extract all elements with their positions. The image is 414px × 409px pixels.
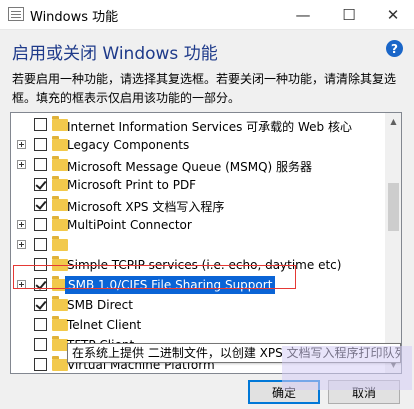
- feature-checkbox[interactable]: [34, 198, 47, 211]
- expand-plus-icon[interactable]: [17, 160, 26, 169]
- feature-checkbox[interactable]: [34, 238, 47, 251]
- scroll-up-arrow-icon[interactable]: ▲: [385, 113, 401, 130]
- feature-checkbox[interactable]: [34, 158, 47, 171]
- feature-checkbox[interactable]: [34, 318, 47, 331]
- features-tree[interactable]: Internet Information Services 可承载的 Web 核…: [10, 112, 402, 374]
- help-icon[interactable]: ?: [386, 40, 403, 57]
- window-app-icon: [8, 7, 24, 21]
- feature-row[interactable]: Internet Information Services 可承载的 Web 核…: [11, 115, 385, 135]
- expand-plus-icon[interactable]: [17, 140, 26, 149]
- folder-icon: [52, 196, 68, 211]
- feature-checkbox[interactable]: [34, 218, 47, 231]
- folder-icon: [52, 136, 68, 151]
- overlay-patch: [282, 346, 412, 390]
- header: 启用或关闭 Windows 功能 ? 若要启用一种功能，请选择其复选框。若要关闭…: [0, 30, 414, 112]
- description-text: 若要启用一种功能，请选择其复选框。若要关闭一种功能，请清除其复选框。填充的框表示…: [12, 72, 397, 105]
- folder-icon: [52, 176, 68, 191]
- minimize-button[interactable]: —: [280, 0, 326, 30]
- feature-label: Legacy Components: [67, 138, 190, 152]
- feature-row[interactable]: Telnet Client: [11, 315, 385, 335]
- feature-row[interactable]: MultiPoint Connector: [11, 215, 385, 235]
- folder-icon: [52, 296, 68, 311]
- feature-checkbox[interactable]: [34, 338, 47, 351]
- feature-checkbox[interactable]: [34, 118, 47, 131]
- feature-label: MultiPoint Connector: [67, 218, 192, 232]
- feature-label: Telnet Client: [67, 318, 142, 332]
- feature-checkbox[interactable]: [34, 178, 47, 191]
- feature-label: SMB Direct: [67, 298, 133, 312]
- page-title: 启用或关闭 Windows 功能: [12, 44, 218, 64]
- title-bar: Windows 功能 — ☐ ✕: [0, 0, 414, 30]
- feature-row[interactable]: Microsoft Message Queue (MSMQ) 服务器: [11, 155, 385, 175]
- scroll-thumb[interactable]: [388, 183, 399, 231]
- feature-label: Microsoft XPS 文档写入程序: [67, 200, 225, 214]
- folder-icon: [52, 116, 68, 131]
- feature-row[interactable]: Microsoft Print to PDF: [11, 175, 385, 195]
- feature-checkbox[interactable]: [34, 298, 47, 311]
- feature-label: Microsoft Message Queue (MSMQ) 服务器: [67, 160, 313, 174]
- expand-plus-icon[interactable]: [17, 240, 26, 249]
- folder-icon: [52, 356, 68, 371]
- folder-icon: [52, 216, 68, 231]
- selection-highlight-frame: [13, 265, 296, 289]
- feature-label: Internet Information Services 可承载的 Web 核…: [67, 120, 352, 134]
- feature-row[interactable]: SMB Direct: [11, 295, 385, 315]
- maximize-button[interactable]: ☐: [326, 0, 372, 30]
- folder-icon: [52, 316, 68, 331]
- window-title: Windows 功能: [30, 10, 119, 25]
- feature-checkbox[interactable]: [34, 358, 47, 371]
- feature-checkbox[interactable]: [34, 138, 47, 151]
- close-button[interactable]: ✕: [372, 0, 414, 30]
- feature-row[interactable]: [11, 235, 385, 255]
- expand-plus-icon[interactable]: [17, 220, 26, 229]
- feature-row[interactable]: Microsoft XPS 文档写入程序: [11, 195, 385, 215]
- folder-icon: [52, 336, 68, 351]
- folder-icon: [52, 236, 68, 251]
- feature-label: Microsoft Print to PDF: [67, 178, 197, 192]
- folder-icon: [52, 156, 68, 171]
- feature-row[interactable]: Legacy Components: [11, 135, 385, 155]
- vertical-scrollbar[interactable]: ▲ ▼: [385, 113, 401, 373]
